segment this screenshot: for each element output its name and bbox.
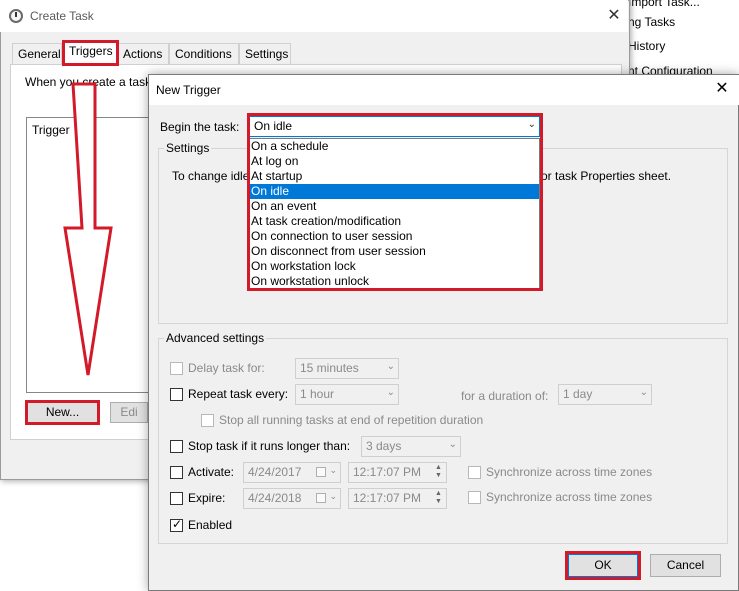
new-trigger-title: New Trigger xyxy=(156,83,221,97)
chevron-down-icon: ⌄ xyxy=(386,361,395,372)
create-task-title: Create Task xyxy=(30,9,94,23)
delay-value: 15 minutes xyxy=(300,361,359,375)
repeat-label: Repeat task every: xyxy=(188,387,289,401)
tab-conditions[interactable]: Conditions xyxy=(169,43,239,64)
close-icon[interactable]: ✕ xyxy=(712,79,732,99)
delay-select[interactable]: 15 minutes ⌄ xyxy=(295,358,399,379)
expire-date[interactable]: 4/24/2018 ⌄ xyxy=(243,488,341,509)
ok-button-highlight xyxy=(565,551,641,580)
activate-sync-checkbox[interactable] xyxy=(468,466,481,479)
stop-if-checkbox[interactable] xyxy=(170,440,183,453)
chevron-down-icon: ⌄ xyxy=(639,387,648,398)
activate-time[interactable]: 12:17:07 PM ▲ ▼ xyxy=(348,462,447,483)
settings-text-left: To change idle xyxy=(172,169,250,183)
expire-checkbox[interactable] xyxy=(170,492,183,505)
edit-button[interactable]: Edi xyxy=(110,402,148,423)
settings-group-label: Settings xyxy=(164,141,212,155)
down-arrow-annotation xyxy=(63,82,113,376)
expire-time[interactable]: 12:17:07 PM ▲ ▼ xyxy=(348,488,447,509)
activate-label: Activate: xyxy=(188,465,235,479)
repeat-checkbox[interactable] xyxy=(170,388,183,401)
new-trigger-titlebar xyxy=(149,75,739,105)
create-task-titlebar xyxy=(0,0,628,32)
spinner-icon[interactable]: ▲ ▼ xyxy=(433,464,444,481)
enabled-checkbox[interactable] xyxy=(170,517,183,532)
advanced-settings-label: Advanced settings xyxy=(164,331,267,345)
chevron-down-icon: ⌄ xyxy=(329,465,337,475)
duration-label: for a duration of: xyxy=(461,389,549,403)
spinner-icon[interactable]: ▲ ▼ xyxy=(433,490,444,507)
repeat-value: 1 hour xyxy=(300,387,335,401)
cancel-button[interactable]: Cancel xyxy=(650,554,721,577)
background-item-history[interactable]: History xyxy=(628,39,665,53)
clock-icon xyxy=(9,9,23,23)
activate-checkbox[interactable] xyxy=(170,466,183,479)
expire-time-value: 12:17:07 PM xyxy=(353,491,422,505)
activate-date[interactable]: 4/24/2017 ⌄ xyxy=(243,462,341,483)
stop-if-select[interactable]: 3 days ⌄ xyxy=(361,436,461,457)
dropdown-highlight xyxy=(247,113,543,291)
new-button-highlight xyxy=(25,400,100,425)
tab-settings[interactable]: Settings xyxy=(239,43,291,64)
activate-date-value: 4/24/2017 xyxy=(248,465,302,479)
tab-actions[interactable]: Actions xyxy=(117,43,169,64)
chevron-down-icon: ⌄ xyxy=(448,439,457,450)
stop-running-checkbox[interactable] xyxy=(201,414,214,427)
calendar-icon xyxy=(316,467,326,477)
triggers-tab-highlight xyxy=(62,40,119,66)
background-item-import[interactable]: Import Task... xyxy=(628,0,700,9)
stop-running-label: Stop all running tasks at end of repetit… xyxy=(219,413,484,427)
chevron-down-icon: ⌄ xyxy=(329,491,337,501)
close-icon[interactable]: ✕ xyxy=(604,6,624,26)
expire-sync-label: Synchronize across time zones xyxy=(486,490,653,504)
tab-general[interactable]: General xyxy=(12,43,62,64)
enabled-label: Enabled xyxy=(188,518,233,532)
chevron-down-icon: ⌄ xyxy=(386,387,395,398)
duration-select[interactable]: 1 day ⌄ xyxy=(558,384,652,405)
repeat-select[interactable]: 1 hour ⌄ xyxy=(295,384,399,405)
stop-if-value: 3 days xyxy=(366,439,402,453)
activate-time-value: 12:17:07 PM xyxy=(353,465,422,479)
calendar-icon xyxy=(316,493,326,503)
expire-label: Expire: xyxy=(188,491,226,505)
settings-text-right: or task Properties sheet. xyxy=(541,169,672,183)
activate-sync-label: Synchronize across time zones xyxy=(486,465,653,479)
delay-label: Delay task for: xyxy=(188,361,265,375)
expire-date-value: 4/24/2018 xyxy=(248,491,302,505)
stop-if-label: Stop task if it runs longer than: xyxy=(188,439,351,453)
begin-task-label: Begin the task: xyxy=(160,120,240,134)
background-item-running-tasks[interactable]: ng Tasks xyxy=(628,15,675,29)
expire-sync-checkbox[interactable] xyxy=(468,491,481,504)
duration-value: 1 day xyxy=(563,387,593,401)
delay-checkbox[interactable] xyxy=(170,362,183,375)
